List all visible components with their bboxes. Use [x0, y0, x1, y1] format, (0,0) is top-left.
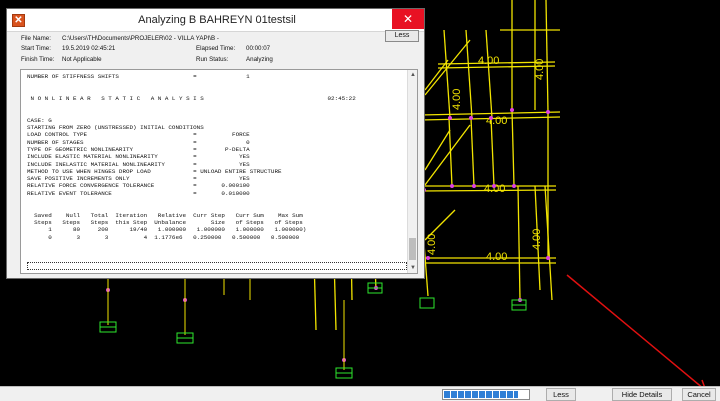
close-button[interactable]: ✕: [392, 9, 424, 29]
start-time-label: Start Time:: [21, 45, 51, 52]
dialog-title: Analyzing B BAHREYN 01testsil: [138, 14, 296, 26]
log-scrollbar[interactable]: ▲ ▼: [407, 70, 417, 273]
cancel-button[interactable]: Cancel: [682, 388, 716, 401]
finish-time-label: Finish Time:: [21, 56, 55, 63]
run-status-label: Run Status:: [196, 56, 229, 63]
analysis-dialog: ✕ Analyzing B BAHREYN 01testsil ✕ File N…: [6, 8, 425, 279]
dimension-label: 4.00: [451, 89, 463, 110]
status-bar: Less Hide Details Cancel: [0, 386, 720, 401]
lower-columns: [107, 279, 345, 370]
start-time-value: 19.5.2019 02:45:21: [62, 45, 116, 52]
log-line: LOAD CONTROL TYPE = FORCE: [27, 131, 250, 139]
log-line: NUMBER OF STAGES = 0: [27, 138, 250, 146]
log-line: RELATIVE FORCE CONVERGENCE TOLERANCE = 0…: [27, 182, 250, 190]
progress-fill: [444, 391, 518, 398]
finish-time-value: Not Applicable: [62, 56, 102, 63]
dialog-titlebar[interactable]: ✕ Analyzing B BAHREYN 01testsil ✕: [7, 9, 424, 32]
log-line: 1 80 200 19/40 1.000000 1.000000 1.00000…: [27, 226, 307, 234]
support-symbols: [99, 282, 527, 379]
less-button-status[interactable]: Less: [546, 388, 576, 401]
file-name-value: C:\Users\TH\Documents\PROJELER\02 - VILL…: [62, 35, 219, 42]
log-line: METHOD TO USE WHEN HINGES DROP LOAD = UN…: [27, 167, 282, 175]
log-line: CASE: G: [27, 116, 52, 124]
dimension-label: 4.00: [531, 229, 543, 250]
annotation-arrow: [566, 274, 708, 392]
log-line: NUMBER OF STIFFNESS SHIFTS = 1: [27, 73, 250, 80]
log-line: 0 3 3 4 1.1776e6 0.250000 0.500000 0.500…: [27, 233, 300, 241]
log-line: Saved Null Total Iteration Relative Curr…: [27, 211, 303, 219]
log-line: N O N L I N E A R S T A T I C A N A L Y …: [27, 94, 356, 102]
analysis-log[interactable]: NUMBER OF STIFFNESS SHIFTS = 1 N O N L I…: [20, 69, 418, 274]
dimension-label: 4.00: [478, 55, 499, 67]
log-line: INCLUDE INELASTIC MATERIAL NONLINEARITY …: [27, 160, 250, 168]
analysis-progress-bar: [442, 389, 530, 400]
dimension-label: 4.00: [534, 59, 546, 80]
less-button[interactable]: Less: [385, 30, 419, 42]
scrollbar-thumb[interactable]: [409, 238, 416, 260]
hide-details-button[interactable]: Hide Details: [612, 388, 672, 401]
log-line: INCLUDE ELASTIC MATERIAL NONLINEARITY = …: [27, 153, 250, 161]
elapsed-time-label: Elapsed Time:: [196, 45, 236, 52]
log-line: Steps Steps Steps this Step Unbalance Si…: [27, 218, 303, 226]
scroll-up-icon[interactable]: ▲: [410, 72, 416, 78]
dimension-label: 4.00: [486, 251, 507, 263]
log-text: NUMBER OF STIFFNESS SHIFTS = 1 N O N L I…: [27, 73, 407, 241]
elapsed-time-value: 00:00:07: [246, 45, 271, 52]
log-line: TYPE OF GEOMETRIC NONLINEARITY = P-DELTA: [27, 145, 250, 153]
log-line: RELATIVE EVENT TOLERANCE = 0.010000: [27, 189, 250, 197]
selected-log-row: [27, 262, 407, 270]
file-name-label: File Name:: [21, 35, 51, 42]
scroll-down-icon[interactable]: ▼: [410, 265, 416, 271]
log-line: STARTING FROM ZERO (UNSTRESSED) INITIAL …: [27, 124, 204, 132]
run-status-value: Analyzing: [246, 56, 273, 63]
dimension-label: 4.00: [426, 234, 438, 255]
log-line: SAVE POSITIVE INCREMENTS ONLY = YES: [27, 175, 250, 183]
dimension-label: 4.00: [486, 115, 507, 127]
workspace: 4.00 4.00 4.00 4.00 4.00 4.00 4.00 4.00: [0, 0, 720, 401]
app-icon: ✕: [12, 14, 25, 27]
